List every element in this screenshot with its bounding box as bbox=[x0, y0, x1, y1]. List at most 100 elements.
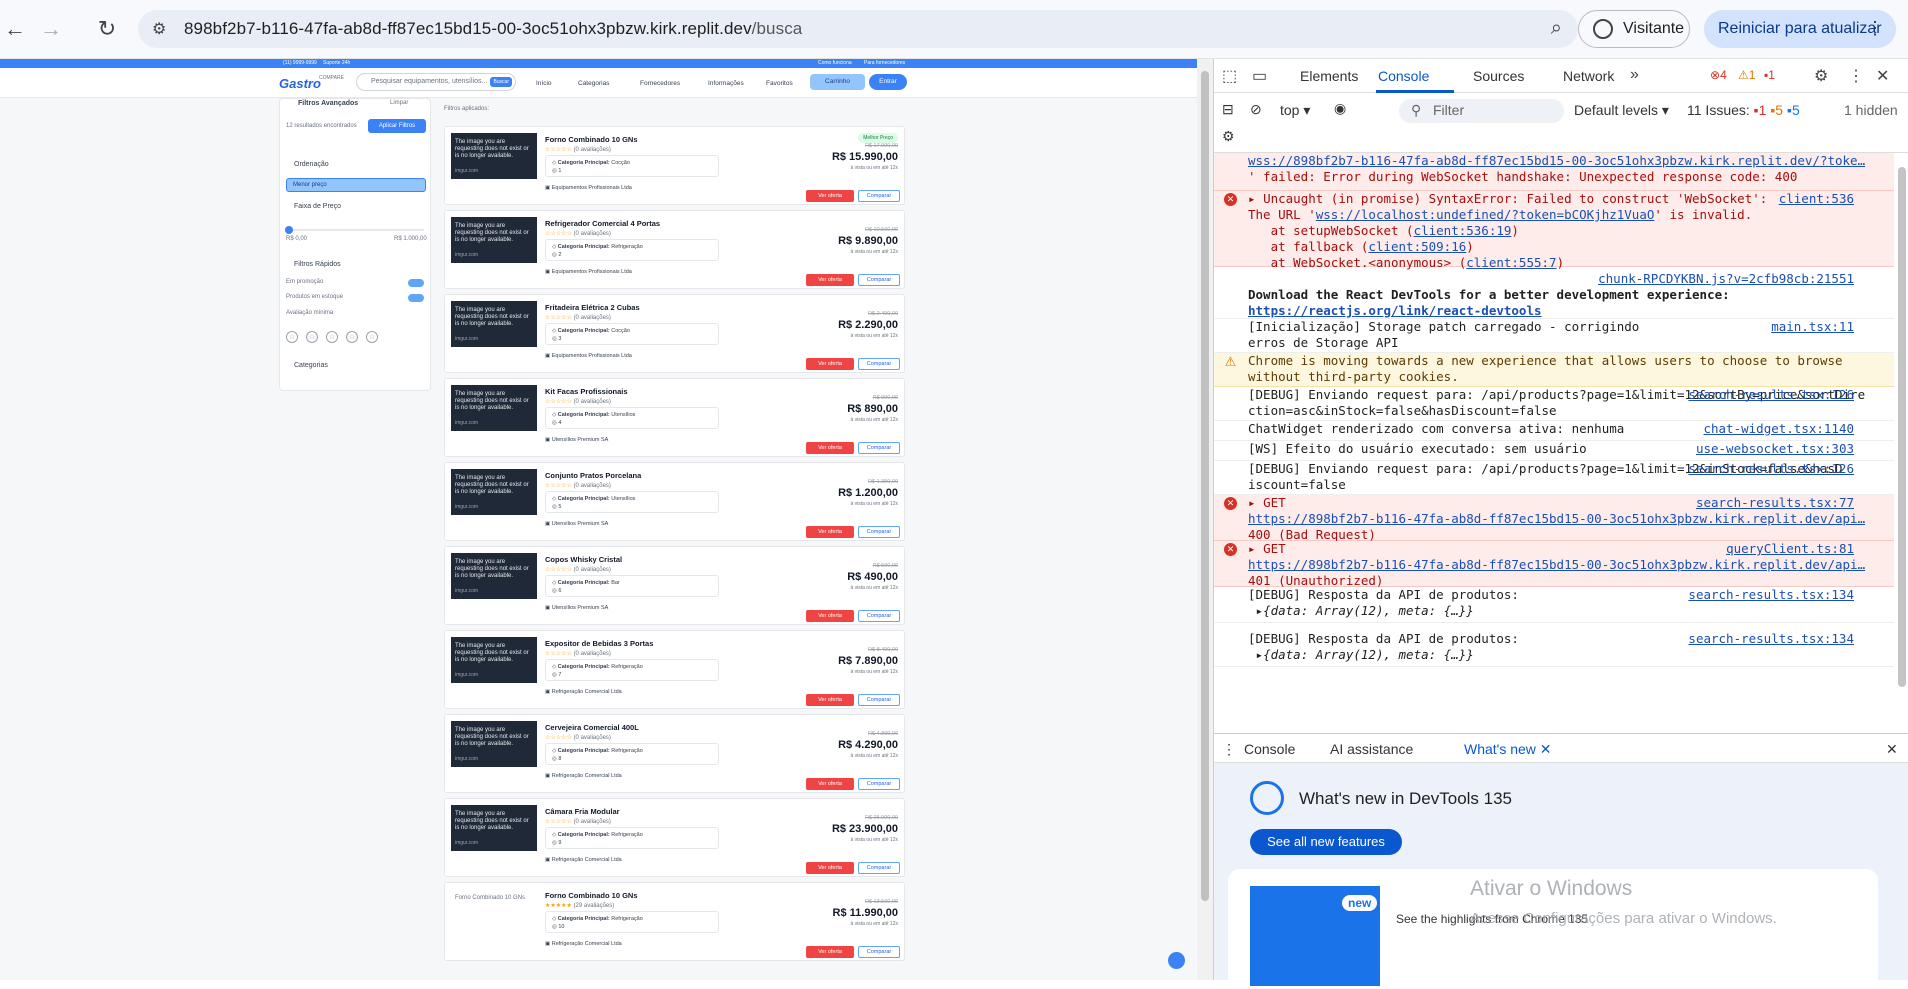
product-card[interactable]: The image you are requesting does not ex… bbox=[444, 714, 905, 793]
product-card[interactable]: The image you are requesting does not ex… bbox=[444, 462, 905, 541]
product-image[interactable]: The image you are requesting does not ex… bbox=[451, 553, 537, 599]
price-slider-handle[interactable] bbox=[285, 226, 293, 234]
console-object[interactable]: {data: Array(12), meta: {…}} bbox=[1263, 603, 1474, 618]
product-image[interactable]: The image you are requesting does not ex… bbox=[451, 721, 537, 767]
product-name[interactable]: Câmara Fria Modular bbox=[545, 807, 620, 816]
nav-informacoes[interactable]: Informações bbox=[708, 80, 744, 87]
inspect-icon[interactable]: ⬚ bbox=[1222, 66, 1237, 86]
console-source-link[interactable]: search-results.tsx:134 bbox=[1688, 587, 1854, 603]
promo-toggle[interactable] bbox=[408, 279, 424, 287]
compare-button[interactable]: Comparar bbox=[858, 778, 900, 790]
product-card[interactable]: Forno Combinado 10 GNs Forno Combinado 10… bbox=[444, 882, 905, 961]
tab-network[interactable]: Network bbox=[1563, 68, 1614, 84]
product-image[interactable]: The image you are requesting does not ex… bbox=[451, 385, 537, 431]
chat-widget-button[interactable] bbox=[1168, 952, 1185, 969]
clear-console-icon[interactable]: ⊘ bbox=[1250, 101, 1262, 118]
site-logo[interactable]: Gastro bbox=[279, 76, 321, 91]
issues-count-badge[interactable]: ▪1 bbox=[1764, 68, 1775, 82]
see-offer-button[interactable]: Ver oferta bbox=[806, 526, 854, 538]
console-filter-input[interactable]: ⚲ Filter bbox=[1399, 99, 1564, 123]
console-source-link[interactable]: search-results.tsx:77 bbox=[1696, 495, 1854, 511]
settings-gear-icon[interactable]: ⚙ bbox=[1814, 66, 1828, 86]
product-image[interactable]: The image you are requesting does not ex… bbox=[451, 805, 537, 851]
console-scrollbar-thumb[interactable] bbox=[1898, 167, 1906, 687]
site-search-input[interactable]: Pesquisar equipamentos, utensílios... Bu… bbox=[356, 73, 516, 91]
topbar-how-it-works[interactable]: Como funciona bbox=[818, 60, 852, 66]
console-text[interactable]: Uncaught (in promise) SyntaxError: Faile… bbox=[1263, 191, 1767, 206]
price-range-header[interactable]: Faixa de Preço bbox=[294, 203, 341, 210]
product-vendor[interactable]: ▣ Equipamentos Profissionais Ltda bbox=[545, 353, 632, 359]
warning-count-badge[interactable]: ⚠1 bbox=[1738, 68, 1755, 82]
compare-button[interactable]: Comparar bbox=[858, 190, 900, 202]
see-all-features-button[interactable]: See all new features bbox=[1250, 829, 1402, 855]
product-vendor[interactable]: ▣ Refrigeração Comercial Ltda bbox=[545, 857, 622, 863]
close-drawer-icon[interactable]: ✕ bbox=[1886, 741, 1898, 758]
clear-filters-button[interactable]: Limpar bbox=[390, 100, 408, 106]
see-offer-button[interactable]: Ver oferta bbox=[806, 190, 854, 202]
compare-button[interactable]: Comparar bbox=[858, 274, 900, 286]
console-link[interactable]: https://898bf2b7-b116-47fa-ab8d-ff87ec15… bbox=[1248, 557, 1865, 572]
product-card[interactable]: The image you are requesting does not ex… bbox=[444, 798, 905, 877]
issues-link[interactable]: 11 Issues: ▪1 ▪5 ▪5 bbox=[1687, 102, 1800, 118]
console-link[interactable]: wss://localhost:undefined/?token=bCOKjhz… bbox=[1316, 207, 1655, 222]
page-scrollbar-thumb[interactable] bbox=[1201, 71, 1209, 901]
rating-star-icon[interactable]: ☆ bbox=[306, 331, 318, 343]
ordering-header[interactable]: Ordenação bbox=[294, 161, 329, 168]
rating-star-icon[interactable]: ☆ bbox=[286, 331, 298, 343]
site-search-button[interactable]: Buscar bbox=[490, 77, 512, 87]
product-vendor[interactable]: ▣ Equipamentos Profissionais Ltda bbox=[545, 185, 632, 191]
console-link[interactable]: https://reactjs.org/link/react-devtools bbox=[1248, 303, 1542, 318]
product-card[interactable]: The image you are requesting does not ex… bbox=[444, 378, 905, 457]
categories-header[interactable]: Categorias bbox=[294, 362, 328, 369]
product-name[interactable]: Cervejeira Comercial 400L bbox=[545, 723, 639, 732]
tab-console[interactable]: Console bbox=[1378, 68, 1429, 84]
compare-button[interactable]: Comparar bbox=[858, 610, 900, 622]
console-source-link[interactable]: search-results.tsx:134 bbox=[1688, 631, 1854, 647]
see-offer-button[interactable]: Ver oferta bbox=[806, 778, 854, 790]
stack-link[interactable]: client:509:16 bbox=[1368, 239, 1466, 254]
reload-icon[interactable]: ↻ bbox=[92, 14, 122, 44]
product-card[interactable]: The image you are requesting does not ex… bbox=[444, 126, 905, 205]
product-name[interactable]: Copos Whisky Cristal bbox=[545, 555, 622, 564]
product-vendor[interactable]: ▣ Refrigeração Comercial Ltda bbox=[545, 773, 622, 779]
stack-link[interactable]: client:555:7 bbox=[1466, 255, 1556, 270]
product-vendor[interactable]: ▣ Equipamentos Profissionais Ltda bbox=[545, 269, 632, 275]
nav-favoritos[interactable]: Favoritos bbox=[766, 80, 793, 87]
rating-star-icon[interactable]: ☆ bbox=[346, 331, 358, 343]
nav-categorias[interactable]: Categorias bbox=[578, 80, 609, 87]
zoom-icon[interactable]: ⌕ bbox=[1551, 17, 1562, 40]
see-offer-button[interactable]: Ver oferta bbox=[806, 274, 854, 286]
log-levels-select[interactable]: Default levels ▾ bbox=[1574, 102, 1669, 119]
compare-button[interactable]: Comparar bbox=[858, 526, 900, 538]
console-source-link[interactable]: chat-widget.tsx:1140 bbox=[1703, 421, 1854, 437]
profile-button[interactable]: Visitante bbox=[1578, 10, 1690, 48]
product-card[interactable]: The image you are requesting does not ex… bbox=[444, 210, 905, 289]
see-offer-button[interactable]: Ver oferta bbox=[806, 442, 854, 454]
tab-sources[interactable]: Sources bbox=[1473, 68, 1524, 84]
console-source-link[interactable]: search-results.tsx:126 bbox=[1688, 461, 1854, 477]
product-name[interactable]: Conjunto Pratos Porcelana bbox=[545, 471, 641, 480]
stack-link[interactable]: client:536:19 bbox=[1414, 223, 1512, 238]
product-vendor[interactable]: ▣ Refrigeração Comercial Ltda bbox=[545, 941, 622, 947]
compare-button[interactable]: Comparar bbox=[858, 442, 900, 454]
console-settings-icon[interactable]: ⚙ bbox=[1222, 128, 1235, 145]
nav-inicio[interactable]: Início bbox=[536, 80, 552, 87]
quick-filters-header[interactable]: Filtros Rápidos bbox=[294, 261, 341, 268]
ordering-select[interactable]: Menor preço bbox=[286, 178, 426, 192]
product-vendor[interactable]: ▣ Utensílios Premium SA bbox=[545, 605, 608, 611]
compare-button[interactable]: Comparar bbox=[858, 694, 900, 706]
login-button[interactable]: Entrar bbox=[869, 74, 907, 90]
see-offer-button[interactable]: Ver oferta bbox=[806, 862, 854, 874]
address-bar[interactable]: ⚙ 898bf2b7-b116-47fa-ab8d-ff87ec15bd15-0… bbox=[138, 10, 1578, 48]
console-source-link[interactable]: use-websocket.tsx:303 bbox=[1696, 441, 1854, 457]
sidebar-toggle-icon[interactable]: ⊟ bbox=[1222, 101, 1234, 118]
console-source-link[interactable]: queryClient.ts:81 bbox=[1726, 541, 1854, 557]
product-vendor[interactable]: ▣ Refrigeração Comercial Ltda bbox=[545, 689, 622, 695]
see-offer-button[interactable]: Ver oferta bbox=[806, 358, 854, 370]
product-name[interactable]: Forno Combinado 10 GNs bbox=[545, 891, 638, 900]
restart-update-button[interactable]: Reiniciar para atualizar ⋮ bbox=[1704, 10, 1896, 48]
product-name[interactable]: Kit Facas Profissionais bbox=[545, 387, 628, 396]
drawer-tab-console[interactable]: Console bbox=[1244, 741, 1295, 757]
drawer-tab-whats-new[interactable]: What's new ✕ bbox=[1464, 741, 1552, 765]
drawer-tab-ai-assistance[interactable]: AI assistance bbox=[1330, 741, 1413, 757]
